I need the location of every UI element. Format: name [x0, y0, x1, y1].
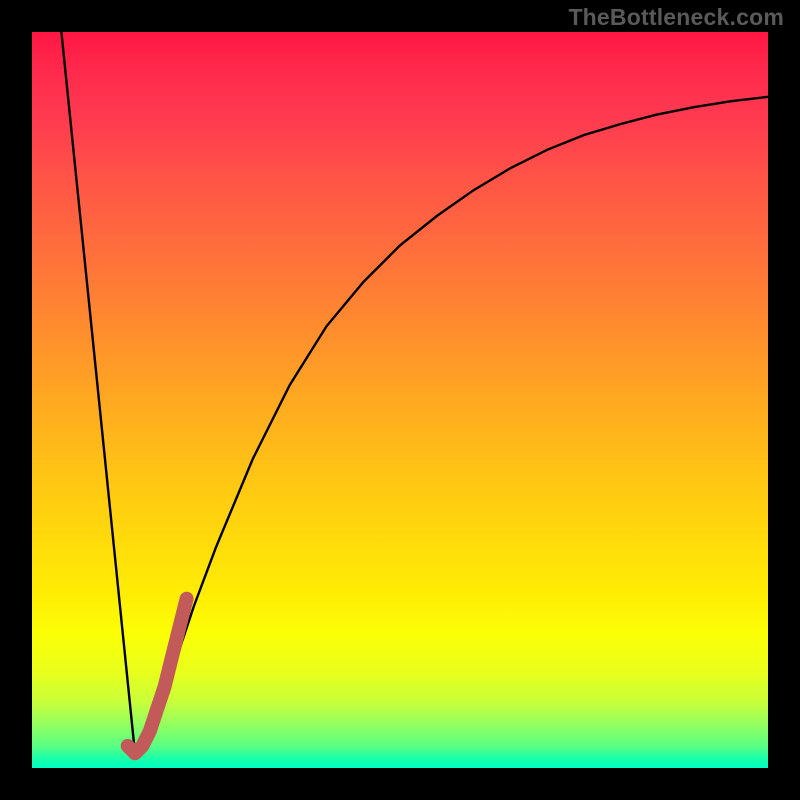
plot-svg	[32, 32, 768, 768]
watermark-text: TheBottleneck.com	[568, 4, 784, 31]
thick-j-segment	[128, 599, 187, 754]
plot-area	[32, 32, 768, 768]
right-curve-line	[135, 97, 768, 754]
left-slope-line	[61, 32, 135, 753]
chart-frame: TheBottleneck.com	[0, 0, 800, 800]
